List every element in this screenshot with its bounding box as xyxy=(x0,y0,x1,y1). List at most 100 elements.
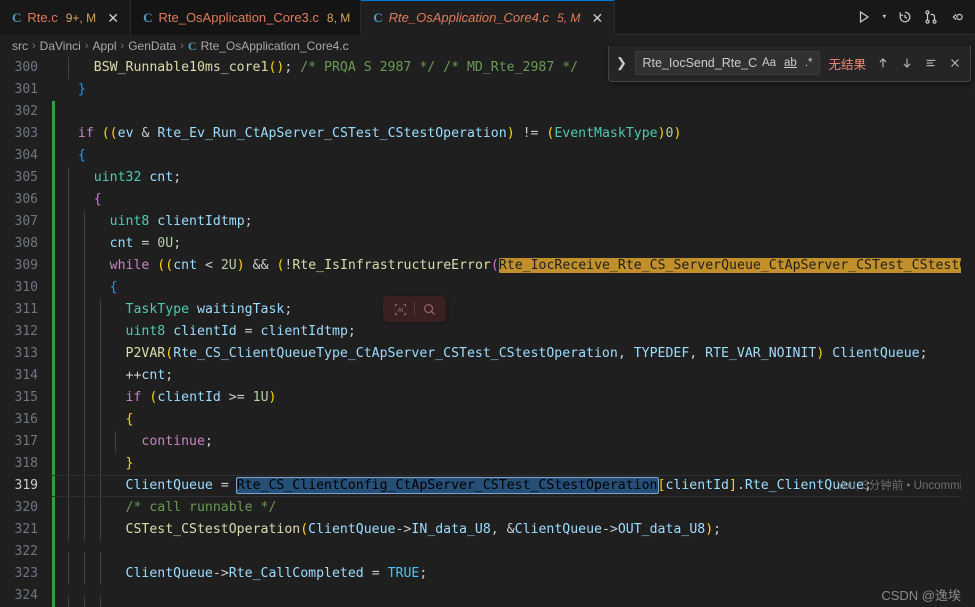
code-line[interactable]: 311 TaskType waitingTask; xyxy=(0,299,975,321)
next-match-icon[interactable] xyxy=(898,56,916,70)
code-line[interactable]: 324 xyxy=(0,585,975,607)
indent-guide xyxy=(67,299,69,321)
find-widget[interactable]: ❯ Aa ab .* 无结果 xyxy=(608,46,971,82)
line-number: 300 xyxy=(14,60,38,75)
breadcrumb-item-davinci[interactable]: DaVinci xyxy=(40,39,81,53)
code-token: ( xyxy=(300,522,309,537)
tab-label: Rte.c xyxy=(27,10,58,25)
match-whole-word-option[interactable]: ab xyxy=(780,56,801,70)
indent-guide xyxy=(67,57,69,79)
watermark: CSDN @逸埃 xyxy=(881,588,961,603)
source-control-icon[interactable] xyxy=(923,9,939,25)
code-token: -> xyxy=(601,522,618,537)
code-line[interactable]: 309 while ((cnt < 2U) && (!Rte_IsInfrast… xyxy=(0,255,975,277)
search-input[interactable] xyxy=(642,56,758,70)
code-token: 0U xyxy=(157,236,174,251)
tab-rte-c[interactable]: C Rte.c 9+, M ✕ xyxy=(0,0,132,35)
indent-guide xyxy=(99,431,101,453)
run-icon[interactable] xyxy=(856,9,872,25)
code-line[interactable]: 312 uint8 clientId = clientIdtmp; xyxy=(0,321,975,343)
use-regex-option[interactable]: .* xyxy=(801,56,817,70)
code-token: ) xyxy=(268,390,277,405)
find-input-box[interactable]: Aa ab .* xyxy=(635,51,821,75)
code-line[interactable]: 317 continue; xyxy=(0,431,975,453)
code-line[interactable]: 316 { xyxy=(0,409,975,431)
code-line[interactable]: 305 uint32 cnt; xyxy=(0,167,975,189)
code-token: ; xyxy=(347,324,356,339)
code-editor[interactable]: 300 BSW_Runnable10ms_core1(); /* PRQA S … xyxy=(0,57,975,607)
git-change-marker xyxy=(52,541,55,563)
close-icon[interactable] xyxy=(946,56,964,70)
code-line[interactable]: 301 } xyxy=(0,79,975,101)
inline-ai-toolbar[interactable]: AI xyxy=(383,296,446,322)
indent-guide xyxy=(83,211,85,233)
selected-symbol: Rte_CS_ClientConfig_CtApServer_CSTest_CS… xyxy=(235,477,659,494)
code-line[interactable]: 306 { xyxy=(0,189,975,211)
split-editor-icon[interactable] xyxy=(949,9,965,25)
code-token: cnt xyxy=(173,258,198,273)
code-token: cnt xyxy=(109,236,134,251)
code-line-content: CSTest_CStestOperation(ClientQueue->IN_d… xyxy=(52,519,721,541)
code-line[interactable]: 321 CSTest_CStestOperation(ClientQueue->… xyxy=(0,519,975,541)
code-token: Rte_ClientQueue xyxy=(744,478,864,493)
code-line[interactable]: 313 P2VAR(Rte_CS_ClientQueueType_CtApSer… xyxy=(0,343,975,365)
code-token: EventMaskType xyxy=(554,126,658,141)
code-line[interactable]: 310 { xyxy=(0,277,975,299)
code-token: { xyxy=(109,280,118,295)
code-line[interactable]: 304 { xyxy=(0,145,975,167)
indent-guide xyxy=(67,233,69,255)
code-line-content: if (clientId >= 1U) xyxy=(52,387,276,409)
line-number: 304 xyxy=(14,148,38,163)
code-comment: /* call runnable */ xyxy=(125,500,277,515)
tab-rte-osapplication-core4-c[interactable]: C Rte_OsApplication_Core4.c 5, M ✕ xyxy=(361,0,616,35)
previous-match-icon[interactable] xyxy=(874,56,892,70)
code-line-content: { xyxy=(52,189,102,211)
code-line[interactable]: 302 xyxy=(0,101,975,123)
line-number: 312 xyxy=(14,324,38,339)
tab-rte-osapplication-core3-c[interactable]: C Rte_OsApplication_Core3.c 8, M xyxy=(131,0,362,35)
indent-guide xyxy=(83,255,85,277)
code-line[interactable]: 303 if ((ev & Rte_Ev_Run_CtApServer_CSTe… xyxy=(0,123,975,145)
match-case-option[interactable]: Aa xyxy=(758,56,780,70)
close-icon[interactable]: ✕ xyxy=(590,11,604,25)
ai-sparkle-icon[interactable]: AI xyxy=(389,298,411,320)
code-line[interactable]: 322 xyxy=(0,541,975,574)
code-line[interactable]: 308 cnt = 0U; xyxy=(0,233,975,255)
code-line[interactable]: 314 ++cnt; xyxy=(0,365,975,387)
breadcrumb-item-src[interactable]: src xyxy=(12,39,28,53)
code-line[interactable]: 307 uint8 clientIdtmp; xyxy=(0,211,975,233)
indent-guide xyxy=(83,453,85,475)
code-token: = xyxy=(363,566,388,581)
code-line-content: if ((ev & Rte_Ev_Run_CtApServer_CSTest_C… xyxy=(52,123,682,145)
highlighted-symbol: Rte_IocReceive_Rte_CS_ServerQueue_CtApSe… xyxy=(498,258,975,273)
breadcrumb-item-gendata[interactable]: GenData xyxy=(128,39,176,53)
code-token: < xyxy=(197,258,221,273)
line-number: 322 xyxy=(14,544,38,559)
line-number: 317 xyxy=(14,434,38,449)
code-line[interactable]: 319 ClientQueue = Rte_CS_ClientConfig_Ct… xyxy=(0,475,975,497)
code-line[interactable]: 320 /* call runnable */ xyxy=(0,497,975,519)
chevron-right-icon[interactable]: ❯ xyxy=(613,55,629,71)
line-number: 314 xyxy=(14,368,38,383)
indent-guide xyxy=(67,409,69,431)
editor-scrollbar[interactable] xyxy=(961,57,975,607)
find-in-selection-icon[interactable] xyxy=(922,56,940,70)
chevron-down-icon[interactable]: ▾ xyxy=(882,12,887,22)
find-result-message: 无结果 xyxy=(828,57,866,72)
code-token: 1U xyxy=(252,390,269,405)
code-line[interactable]: 315 if (clientId >= 1U) xyxy=(0,387,975,409)
code-token: while xyxy=(109,258,150,273)
code-line[interactable]: 323 ClientQueue->Rte_CallCompleted = TRU… xyxy=(0,563,975,585)
breadcrumb-item-appl[interactable]: Appl xyxy=(92,39,116,53)
code-line-content: /* call runnable */ xyxy=(52,497,276,519)
close-icon[interactable]: ✕ xyxy=(106,11,120,25)
code-line[interactable]: 318 } xyxy=(0,453,975,475)
breadcrumb-item-file[interactable]: Rte_OsApplication_Core4.c xyxy=(201,39,349,53)
code-token: . xyxy=(736,478,745,493)
code-token: } xyxy=(125,456,134,471)
code-token: , xyxy=(617,346,634,361)
search-icon[interactable] xyxy=(418,298,440,320)
breadcrumb-separator: › xyxy=(120,40,125,52)
indent-guide xyxy=(67,255,69,277)
history-icon[interactable] xyxy=(897,9,913,25)
